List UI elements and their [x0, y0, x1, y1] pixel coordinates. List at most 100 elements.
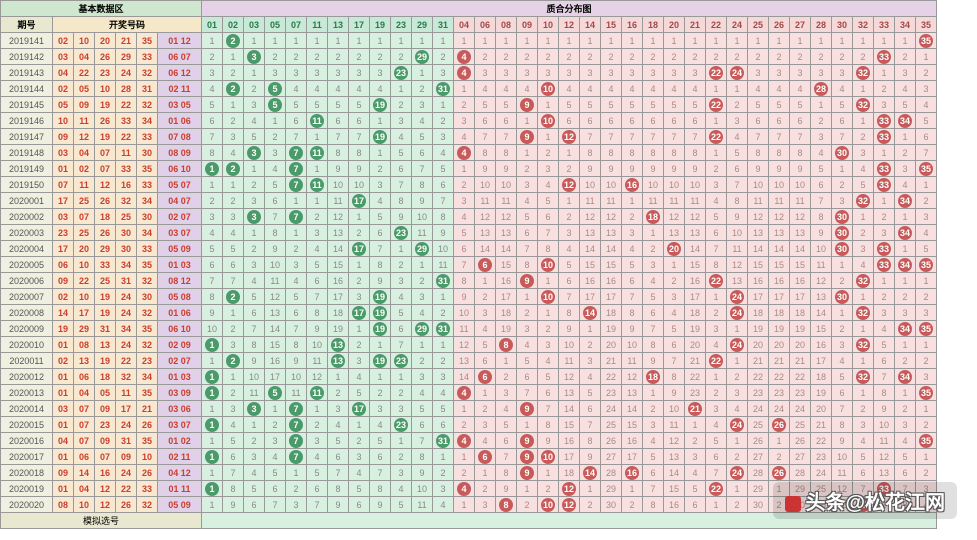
grid-cell: 32: [853, 97, 874, 113]
grid-cell: 11: [244, 385, 265, 401]
grid-cell: 5: [853, 449, 874, 465]
grid-cell: 2: [202, 193, 223, 209]
grid-cell: 8: [496, 497, 517, 513]
col-comp: 30: [832, 17, 853, 33]
grid-cell: 9: [643, 161, 664, 177]
grid-cell: 35: [916, 161, 937, 177]
grid-cell: 10: [664, 177, 685, 193]
grid-cell: 9: [517, 273, 538, 289]
grid-cell: 4: [706, 337, 727, 353]
col-comp: 08: [496, 17, 517, 33]
grid-cell: 16: [685, 273, 706, 289]
grid-cell: 1: [601, 33, 622, 49]
grid-cell: 5: [664, 97, 685, 113]
grid-cell: 2: [916, 417, 937, 433]
grid-cell: 33: [874, 241, 895, 257]
grid-cell: 4: [370, 193, 391, 209]
grid-cell: 1: [874, 193, 895, 209]
grid-cell: 1: [832, 305, 853, 321]
grid-cell: 3: [685, 65, 706, 81]
grid-cell: 5: [496, 417, 517, 433]
grid-cell: 5: [769, 97, 790, 113]
issue-cell: 2020009: [1, 321, 53, 337]
grid-cell: 9: [475, 161, 496, 177]
grid-cell: 2: [328, 385, 349, 401]
grid-cell: 29: [601, 481, 622, 497]
grid-cell: 6: [874, 353, 895, 369]
grid-cell: 3: [748, 65, 769, 81]
grid-cell: 8: [685, 145, 706, 161]
grid-cell: 9: [769, 161, 790, 177]
grid-cell: 3: [244, 145, 265, 161]
grid-cell: 2: [391, 97, 412, 113]
grid-cell: 2: [433, 49, 454, 65]
grid-cell: 8: [643, 337, 664, 353]
grid-cell: 7: [265, 497, 286, 513]
grid-cell: 3: [391, 401, 412, 417]
grid-cell: 6: [433, 177, 454, 193]
ball-cell: 24: [116, 289, 137, 305]
grid-cell: 3: [832, 193, 853, 209]
grid-cell: 5: [244, 289, 265, 305]
grid-cell: 2: [832, 49, 853, 65]
col-comp: 18: [643, 17, 664, 33]
grid-cell: 11: [622, 353, 643, 369]
grid-cell: 7: [223, 465, 244, 481]
grid-cell: 1: [202, 449, 223, 465]
grid-cell: 30: [832, 289, 853, 305]
grid-cell: 18: [643, 209, 664, 225]
grid-cell: 17: [349, 193, 370, 209]
grid-cell: 5: [895, 97, 916, 113]
grid-cell: 3: [664, 65, 685, 81]
grid-cell: 1: [916, 337, 937, 353]
ball-cell: 04: [53, 433, 74, 449]
grid-cell: 5: [412, 129, 433, 145]
grid-cell: 2: [916, 289, 937, 305]
grid-cell: 9: [223, 497, 244, 513]
grid-cell: 1: [349, 33, 370, 49]
grid-cell: 1: [475, 273, 496, 289]
grid-cell: 15: [811, 321, 832, 337]
grid-cell: 2: [832, 273, 853, 289]
grid-cell: 8: [412, 177, 433, 193]
grid-cell: 18: [769, 305, 790, 321]
grid-cell: 4: [811, 145, 832, 161]
grid-cell: 8: [643, 145, 664, 161]
grid-cell: 26: [769, 417, 790, 433]
ball-cell: 26: [137, 417, 158, 433]
grid-cell: 10: [496, 177, 517, 193]
table-row: 2020007021019243005 08825125717319431921…: [1, 289, 937, 305]
grid-cell: 3: [286, 65, 307, 81]
grid-cell: 21: [769, 353, 790, 369]
grid-cell: 9: [328, 161, 349, 177]
grid-cell: 5: [391, 305, 412, 321]
grid-cell: 6: [496, 113, 517, 129]
issue-cell: 2020008: [1, 305, 53, 321]
grid-cell: 7: [496, 449, 517, 465]
grid-cell: 9: [517, 129, 538, 145]
grid-cell: 32: [853, 369, 874, 385]
grid-cell: 6: [202, 113, 223, 129]
grid-cell: 8: [622, 145, 643, 161]
grid-cell: 9: [664, 161, 685, 177]
grid-cell: 10: [538, 449, 559, 465]
grid-cell: 17: [265, 369, 286, 385]
col-comp: 32: [853, 17, 874, 33]
grid-cell: 10: [664, 401, 685, 417]
blue-cell: 05 09: [158, 241, 202, 257]
grid-cell: 2: [811, 49, 832, 65]
grid-cell: 2: [286, 241, 307, 257]
ball-cell: 32: [137, 65, 158, 81]
grid-cell: 13: [769, 225, 790, 241]
grid-cell: 7: [475, 129, 496, 145]
grid-cell: 14: [559, 401, 580, 417]
ball-cell: 22: [74, 273, 95, 289]
grid-cell: 9: [454, 289, 475, 305]
issue-cell: 2020015: [1, 417, 53, 433]
grid-cell: 2: [916, 353, 937, 369]
grid-cell: 4: [832, 81, 853, 97]
ball-cell: 35: [137, 257, 158, 273]
grid-cell: 1: [202, 433, 223, 449]
grid-cell: 6: [664, 337, 685, 353]
grid-cell: 2: [223, 161, 244, 177]
